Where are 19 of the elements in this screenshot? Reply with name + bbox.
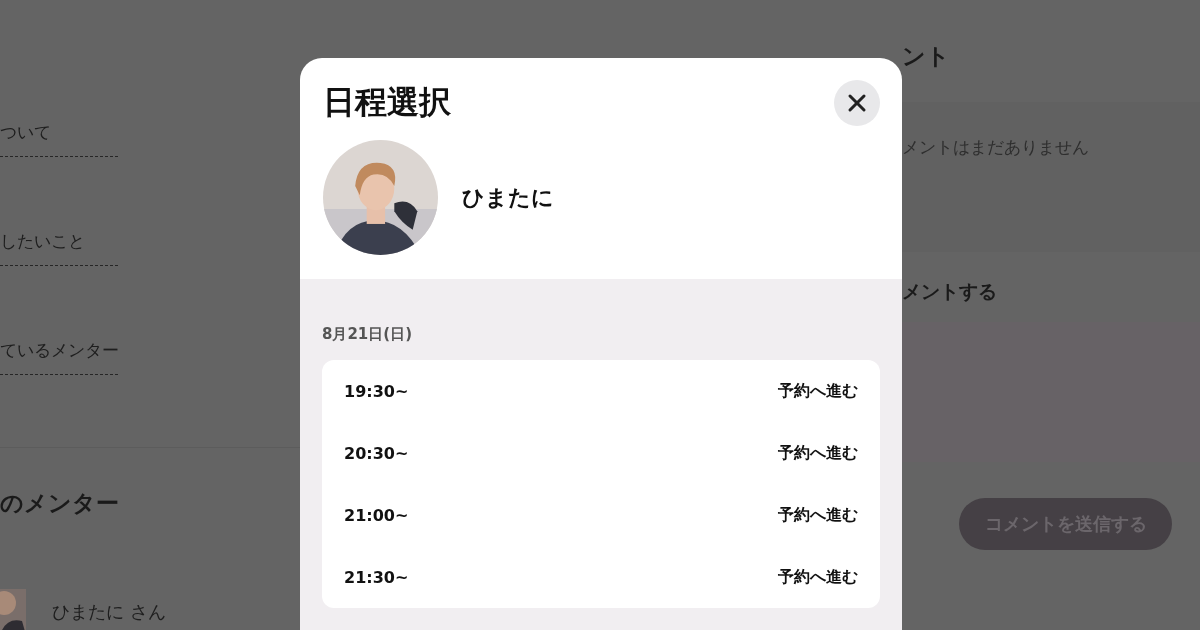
section-label: ているメンター [0,339,120,362]
section-heading: ント [902,42,950,71]
dialog-title: 日程選択 [323,82,451,123]
slot-time: 19:30~ [344,381,409,401]
section-label: したいこと [0,230,86,253]
reserve-link[interactable]: 予約へ進む [778,380,858,402]
mentor-name: ひまたに [462,183,554,212]
section-heading: メントする [902,279,997,304]
close-button[interactable] [834,80,880,126]
reserve-link[interactable]: 予約へ進む [778,504,858,526]
slot-time: 21:30~ [344,567,409,587]
mentor-name: ひまたに さん [52,600,166,624]
reserve-link[interactable]: 予約へ進む [778,442,858,464]
section-label: ついて [0,121,52,144]
slot-time: 21:00~ [344,505,409,525]
slot-time: 20:30~ [344,443,409,463]
date-label: 8月21日(日) [322,325,414,344]
reserve-link[interactable]: 予約へ進む [778,566,858,588]
section-heading: のメンター [0,489,120,518]
